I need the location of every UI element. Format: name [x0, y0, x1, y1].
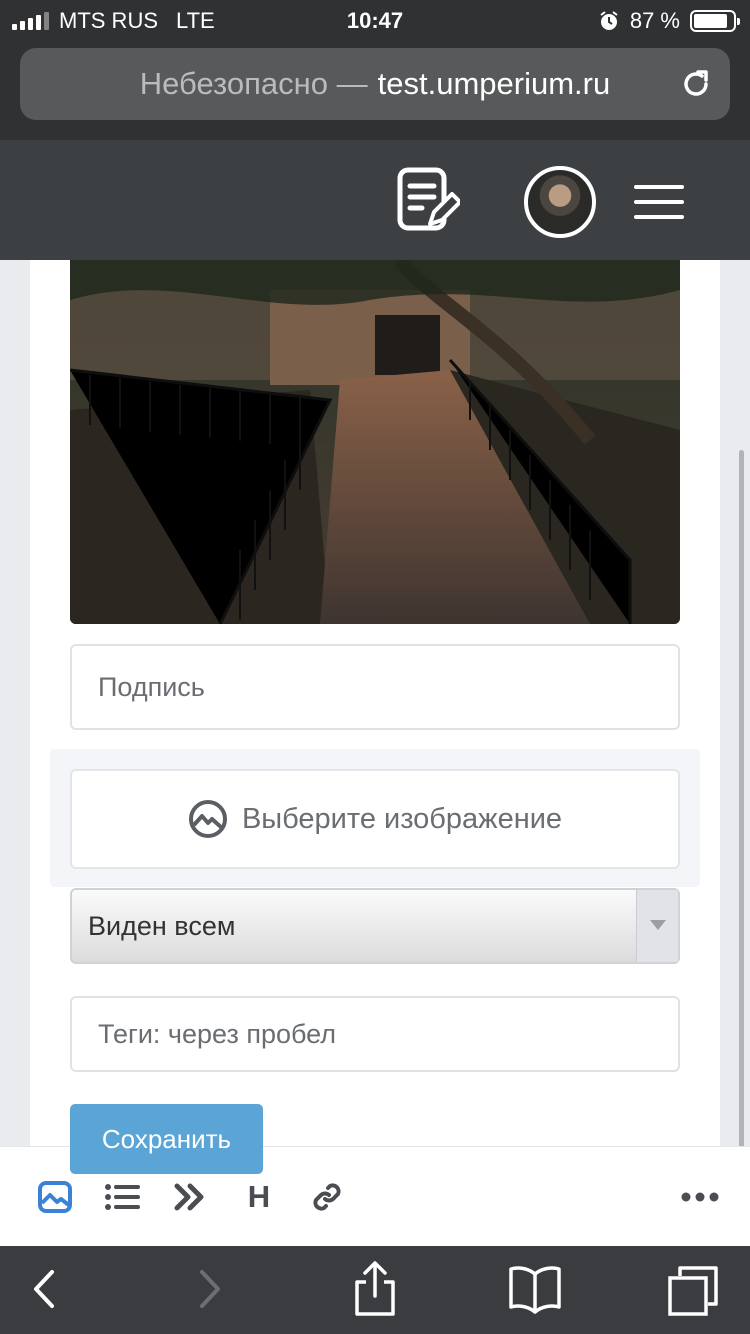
- url-domain: test.umperium.ru: [377, 66, 611, 101]
- battery-percent: 87 %: [629, 8, 680, 33]
- page-scrollbar[interactable]: [739, 450, 744, 1166]
- safari-toolbar: [0, 1246, 750, 1334]
- alarm-icon: [600, 11, 618, 30]
- battery-icon: [690, 10, 740, 32]
- visibility-value: Виден всем: [88, 910, 236, 941]
- user-avatar[interactable]: [524, 166, 596, 238]
- image-icon[interactable]: [38, 1181, 72, 1213]
- forward-icon[interactable]: [198, 1264, 224, 1314]
- edit-post-icon[interactable]: [396, 166, 460, 236]
- heading-icon[interactable]: H: [246, 1179, 272, 1214]
- photo-courtyard-image: [70, 260, 680, 624]
- caption-input[interactable]: Подпись: [70, 644, 680, 730]
- status-bar: MTS RUS LTE 10:47 87 %: [0, 0, 750, 40]
- choose-image-button[interactable]: Выберите изображение: [70, 769, 680, 869]
- back-icon[interactable]: [30, 1264, 56, 1314]
- image-upload-icon: [188, 800, 227, 838]
- uploaded-photo: [70, 260, 680, 624]
- caption-placeholder: Подпись: [98, 671, 205, 702]
- hamburger-menu-icon[interactable]: [634, 185, 684, 219]
- visibility-select[interactable]: Виден всем: [70, 888, 680, 964]
- quote-icon[interactable]: [174, 1181, 206, 1213]
- security-warning: Небезопасно —: [139, 66, 368, 101]
- more-icon[interactable]: [680, 1181, 720, 1213]
- browser-chrome: MTS RUS LTE 10:47 87 % Небезопасно — tes…: [0, 0, 750, 140]
- address-bar[interactable]: Небезопасно — test.umperium.ru: [20, 48, 730, 120]
- bookmarks-icon[interactable]: [508, 1264, 562, 1314]
- tags-input[interactable]: Теги: через пробел: [70, 996, 680, 1072]
- list-icon[interactable]: [104, 1181, 140, 1213]
- status-right: 87 %: [598, 8, 740, 34]
- link-icon[interactable]: [312, 1181, 342, 1213]
- share-icon[interactable]: [352, 1260, 398, 1318]
- reload-icon[interactable]: [678, 66, 714, 102]
- site-header: [0, 140, 750, 260]
- tags-placeholder: Теги: через пробел: [98, 1018, 337, 1049]
- choose-image-label: Выберите изображение: [241, 802, 563, 835]
- save-button[interactable]: Сохранить: [70, 1104, 263, 1174]
- chevron-down-icon: [636, 890, 678, 962]
- tabs-icon[interactable]: [666, 1264, 720, 1316]
